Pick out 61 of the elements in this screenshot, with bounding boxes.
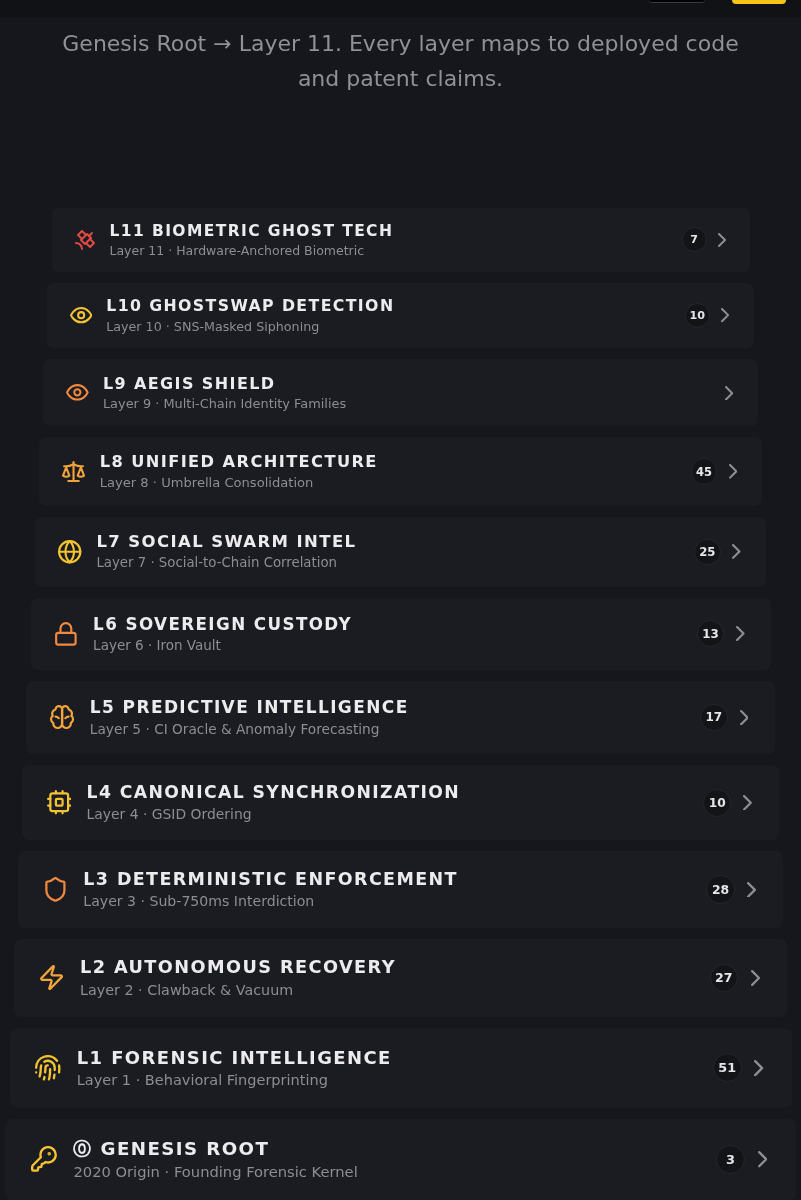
chevron-right-icon: [735, 626, 745, 642]
layer-title: L11 BIOMETRIC GHOST TECH: [109, 221, 394, 241]
count-badge: 7: [681, 227, 707, 253]
chevron-right-icon: [732, 544, 741, 560]
layer-card[interactable]: L7 SOCIAL SWARM INTEL Layer 7 · Social-to-Chain Correlation 25: [34, 516, 767, 587]
layer-title: ⓪ GENESIS ROOT: [73, 1137, 270, 1160]
layer-title: L10 GHOSTSWAP DETECTION: [106, 296, 395, 316]
count-badge: 51: [712, 1053, 742, 1083]
layer-subtitle: Layer 5 · CI Oracle & Anomaly Forecasting: [89, 721, 380, 738]
chevron-right-icon: [721, 308, 730, 323]
chevron-right-icon: [758, 1151, 768, 1168]
layer-title: L1 FORENSIC INTELLIGENCE: [76, 1046, 392, 1069]
layer-title: L7 SOCIAL SWARM INTEL: [96, 532, 357, 553]
layer-title: L6 SOVEREIGN CUSTODY: [93, 614, 352, 635]
count-badge: 25: [693, 538, 721, 566]
chevron-right-icon: [724, 385, 734, 400]
layer-subtitle: 2020 Origin · Founding Forensic Kernel: [73, 1163, 358, 1181]
layer-card[interactable]: L5 PREDICTIVE INTELLIGENCE Layer 5 · CI Oracle & Anomaly Forecasting 17: [26, 680, 775, 755]
layer-title: L5 PREDICTIVE INTELLIGENCE: [89, 697, 409, 718]
intro-text: Genesis Root → Layer 11. Every layer maps to deployed code and patent claims.: [61, 30, 740, 93]
count-badge: 3: [715, 1144, 746, 1174]
layer-card[interactable]: L10 GHOSTSWAP DETECTION Layer 10 · SNS-Masked Siphoning 10: [47, 282, 754, 349]
layer-card[interactable]: L4 CANONICAL SYNCHRONIZATION Layer 4 · GSID Ordering 10: [22, 765, 779, 841]
layer-card[interactable]: L3 DETERMINISTIC ENFORCEMENT Layer 3 · Sub-750ms Interdiction 28: [17, 851, 784, 928]
layer-card[interactable]: L8 UNIFIED ARCHITECTURE Layer 8 · Umbrella Consolidation 45: [38, 437, 763, 506]
chevron-right-icon: [717, 232, 726, 247]
chevron-right-icon: [750, 969, 760, 986]
layer-subtitle: Layer 11 · Hardware-Anchored Biometric: [109, 243, 365, 259]
chevron-right-icon: [754, 1059, 764, 1076]
layer-subtitle: Layer 6 · Iron Vault: [93, 637, 221, 654]
layer-card[interactable]: L9 AEGIS SHIELD Layer 9 · Multi-Chain Identity Families: [43, 359, 758, 427]
layer-subtitle: Layer 2 · Clawback & Vacuum: [80, 981, 294, 999]
count-badge: 17: [700, 703, 728, 732]
layer-subtitle: Layer 3 · Sub-750ms Interdiction: [83, 893, 315, 911]
chevron-right-icon: [747, 881, 757, 898]
layer-subtitle: Layer 4 · GSID Ordering: [86, 806, 252, 823]
layer-subtitle: Layer 10 · SNS-Masked Siphoning: [106, 318, 320, 335]
count-badge: 13: [697, 620, 725, 648]
count-badge: 28: [706, 875, 735, 904]
chevron-right-icon: [743, 794, 753, 811]
count-badge: 10: [703, 788, 732, 817]
chevron-right-icon: [739, 709, 749, 726]
header-button[interactable]: [732, 0, 786, 4]
layer-title: L4 CANONICAL SYNCHRONIZATION: [86, 782, 461, 803]
layer-card[interactable]: ⓪ GENESIS ROOT 2020 Origin · Founding Forensic Kernel 3: [5, 1118, 796, 1200]
layer-card[interactable]: L6 SOVEREIGN CUSTODY Layer 6 · Iron Vault 13: [30, 598, 771, 670]
layer-subtitle: Layer 9 · Multi-Chain Identity Families: [102, 396, 347, 412]
layer-title: L8 UNIFIED ARCHITECTURE: [99, 452, 378, 472]
layer-card[interactable]: L11 BIOMETRIC GHOST TECH Layer 11 · Hardware-Anchored Biometric 7: [51, 208, 750, 272]
count-badge: 10: [684, 302, 710, 329]
layer-card[interactable]: L1 FORENSIC INTELLIGENCE Layer 1 · Behavioral Fingerprinting 51: [9, 1027, 792, 1108]
layer-title: L3 DETERMINISTIC ENFORCEMENT: [83, 868, 458, 890]
layer-subtitle: Layer 8 · Umbrella Consolidation: [99, 475, 314, 491]
chevron-right-icon: [728, 464, 737, 479]
layer-card[interactable]: L2 AUTONOMOUS RECOVERY Layer 2 · Clawback & Vacuum 27: [13, 938, 788, 1017]
layer-subtitle: Layer 1 · Behavioral Fingerprinting: [76, 1071, 328, 1089]
count-badge: 45: [690, 458, 718, 485]
layer-title: L9 AEGIS SHIELD: [102, 373, 276, 393]
layer-title: L2 AUTONOMOUS RECOVERY: [80, 956, 396, 979]
count-badge: 27: [709, 963, 739, 993]
layer-subtitle: Layer 7 · Social-to-Chain Correlation: [96, 555, 337, 572]
